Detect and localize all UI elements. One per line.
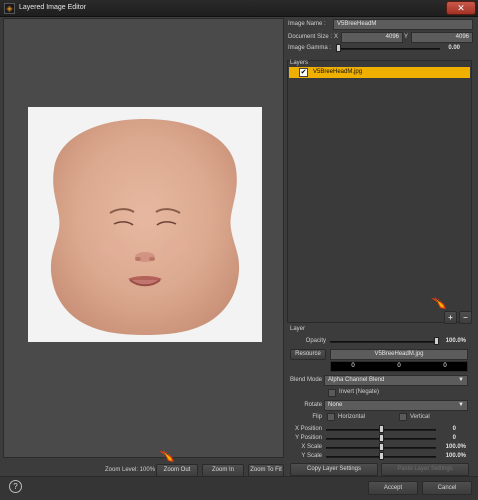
flip-vertical-checkbox[interactable] (399, 413, 407, 421)
y-scale-value: 100.0% (445, 453, 466, 459)
accept-button[interactable]: Accept (368, 481, 418, 495)
rotate-value: None (328, 402, 343, 408)
flip-label: Flip (312, 414, 322, 420)
rotate-dropdown[interactable]: None ▼ (324, 400, 468, 411)
annotation-arrow-icon (159, 450, 174, 462)
blend-mode-value: Alpha Channel Blend (328, 377, 385, 383)
chevron-down-icon: ▼ (458, 402, 464, 408)
window-title: Layered Image Editor (19, 4, 86, 11)
flip-horizontal-checkbox[interactable] (327, 413, 335, 421)
resource-field[interactable]: V5BreeHeadM.jpg (330, 349, 468, 360)
document-size-x-label: X (334, 34, 339, 40)
y-position-value: 0 (452, 435, 456, 441)
x-position-value: 0 (452, 426, 456, 432)
close-button[interactable]: ✕ (446, 1, 476, 15)
document-size-label: Document Size : (288, 34, 333, 40)
y-scale-label: Y Scale (301, 453, 322, 459)
color-blue-value[interactable]: 0 (422, 362, 468, 371)
paste-layer-settings-button[interactable]: Paste Layer Settings (381, 463, 469, 476)
color-red-value[interactable]: 0 (330, 362, 376, 371)
opacity-slider-thumb[interactable] (434, 337, 439, 345)
face-texture-image (50, 119, 240, 335)
rotate-label: Rotate (304, 402, 322, 408)
blend-mode-dropdown[interactable]: Alpha Channel Blend ▼ (324, 375, 468, 386)
help-icon[interactable]: ? (9, 480, 22, 493)
flip-horizontal-label: Horizontal (338, 414, 366, 420)
annotation-arrow-icon (431, 297, 446, 309)
image-gamma-slider[interactable] (336, 48, 440, 50)
opacity-value: 100.0% (445, 338, 466, 344)
zoom-level-label: Zoom Level: 100% (105, 467, 156, 473)
image-gamma-slider-thumb[interactable] (336, 44, 342, 52)
opacity-label: Opacity (305, 338, 326, 344)
x-position-slider-thumb[interactable] (379, 425, 384, 433)
color-green-value[interactable]: 0 (376, 362, 422, 371)
image-name-field[interactable]: V5BreeHeadM (333, 19, 473, 30)
chevron-down-icon: ▼ (458, 377, 464, 383)
layers-list (287, 60, 472, 323)
y-position-label: Y Position (295, 435, 322, 441)
app-icon: ◈ (4, 3, 15, 14)
x-scale-slider-thumb[interactable] (379, 443, 384, 451)
blend-mode-label: Blend Mode (290, 377, 323, 383)
remove-layer-button[interactable]: – (459, 311, 472, 324)
layers-header: Layers (290, 60, 309, 66)
resource-button[interactable]: Resource (290, 349, 326, 360)
image-gamma-label: Image Gamma : (288, 45, 332, 51)
document-size-y-field[interactable]: 4096 (411, 32, 473, 43)
y-position-slider-thumb[interactable] (379, 434, 384, 442)
image-name-label: Image Name : (288, 21, 326, 27)
invert-label: Invert (Negate) (339, 389, 380, 395)
layer-item-name: V5BreeHeadM.jpg (313, 69, 363, 75)
document-size-x-field[interactable]: 4096 (341, 32, 403, 43)
document-size-y-label: Y (404, 34, 409, 40)
x-scale-value: 100.0% (445, 444, 466, 450)
x-scale-label: X Scale (301, 444, 322, 450)
invert-checkbox[interactable] (328, 389, 336, 397)
add-layer-button[interactable]: + (444, 311, 457, 324)
copy-layer-settings-button[interactable]: Copy Layer Settings (290, 463, 378, 476)
cancel-button[interactable]: Cancel (422, 481, 472, 495)
image-gamma-value: 0.00 (448, 45, 460, 51)
layer-section-label: Layer (290, 326, 306, 332)
texture-canvas (28, 107, 262, 342)
x-position-label: X Position (294, 426, 322, 432)
y-scale-slider-thumb[interactable] (379, 452, 384, 460)
opacity-slider[interactable] (330, 341, 436, 343)
layer-visibility-checkbox[interactable]: ✔ (299, 68, 308, 77)
flip-vertical-label: Vertical (410, 414, 430, 420)
